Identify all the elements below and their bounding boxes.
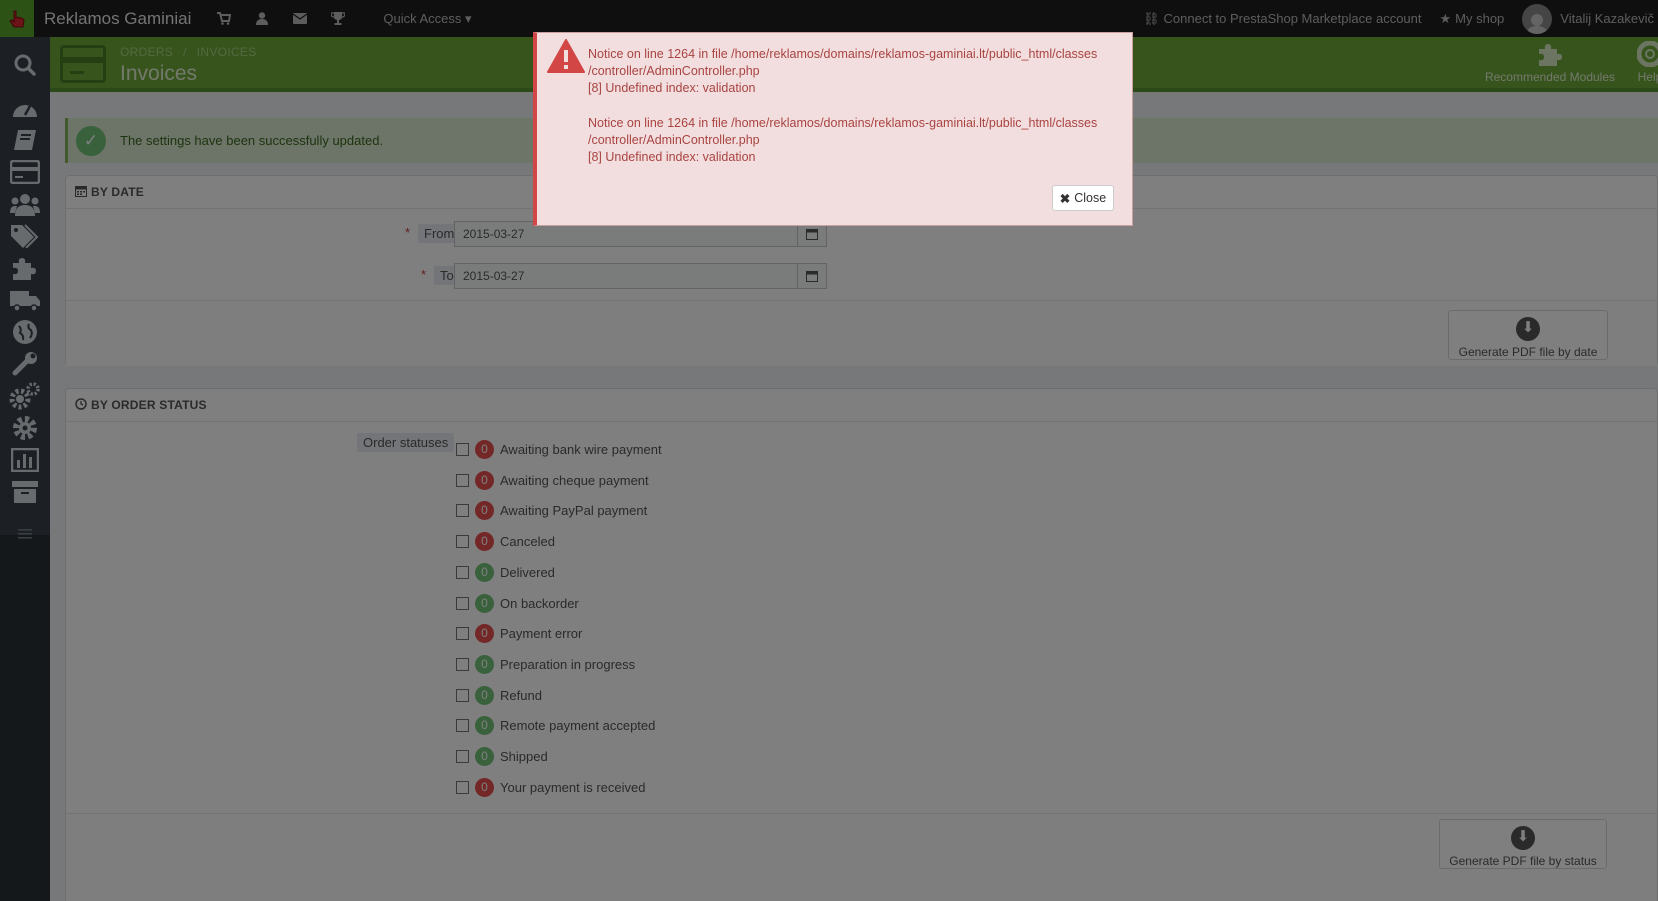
error-notice-1: Notice on line 1264 in file /home/reklam… — [588, 46, 1118, 97]
error-notice-modal: Notice on line 1264 in file /home/reklam… — [533, 32, 1133, 226]
notice-1-line-1: Notice on line 1264 in file /home/reklam… — [588, 47, 1098, 61]
close-icon: ✖ — [1059, 191, 1071, 206]
warning-icon — [547, 39, 585, 76]
notice-2-line-3: [8] Undefined index: validation — [588, 150, 756, 164]
close-button[interactable]: ✖ Close — [1052, 185, 1114, 211]
notice-2-line-1: Notice on line 1264 in file /home/reklam… — [588, 116, 1098, 130]
notice-2-line-2: /controller/AdminController.php — [588, 133, 760, 147]
close-label: Close — [1074, 191, 1107, 205]
notice-1-line-3: [8] Undefined index: validation — [588, 81, 756, 95]
notice-1-line-2: /controller/AdminController.php — [588, 64, 760, 78]
error-notice-2: Notice on line 1264 in file /home/reklam… — [588, 115, 1118, 166]
